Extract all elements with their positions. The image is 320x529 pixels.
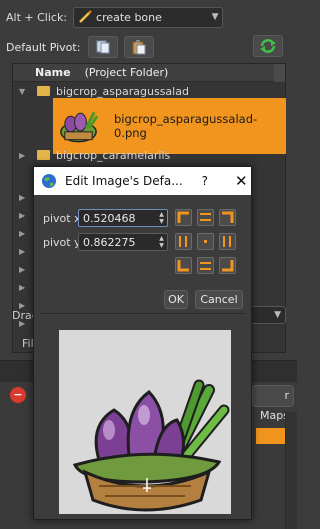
spin-arrows-icon[interactable]: ▲ ▼ xyxy=(156,211,167,225)
column-project-folder[interactable]: (Project Folder) xyxy=(85,66,169,79)
pivot-top-right-button[interactable] xyxy=(219,209,236,226)
maps-button[interactable]: r Maps xyxy=(252,385,294,422)
dialog-titlebar[interactable]: Edit Image's Defa... ? ✕ xyxy=(34,167,251,195)
chevron-down-icon: ▼ xyxy=(274,310,281,320)
folder-row[interactable]: ▶ bigcrop_caramelarils xyxy=(13,146,285,164)
alt-click-dropdown[interactable]: create bone ▼ xyxy=(73,6,224,28)
column-name[interactable]: Name xyxy=(35,66,71,79)
edit-pivot-dialog: Edit Image's Defa... ? ✕ pivot x 0.52046… xyxy=(33,166,252,520)
file-label: Fil xyxy=(22,337,34,350)
pivot-middle-left-button[interactable] xyxy=(175,233,192,250)
alt-click-value: create bone xyxy=(96,10,162,24)
pivot-x-input[interactable]: 0.520468 ▲ ▼ xyxy=(78,209,168,227)
pivot-top-right-icon xyxy=(222,211,234,223)
cancel-button[interactable]: Cancel xyxy=(195,290,243,309)
right-dropdown[interactable]: ▼ xyxy=(246,306,286,324)
pivot-top-center-icon xyxy=(200,213,211,221)
file-thumbnail xyxy=(60,111,99,143)
pivot-x-label: pivot x xyxy=(43,212,81,225)
app-globe-icon xyxy=(42,174,56,188)
dialog-title: Edit Image's Defa... xyxy=(65,174,183,188)
pivot-x-value: 0.520468 xyxy=(83,211,136,225)
ok-button[interactable]: OK xyxy=(164,290,188,309)
folder-icon xyxy=(37,150,50,160)
pivot-bottom-right-button[interactable] xyxy=(219,257,236,274)
asparagus-salad-image xyxy=(72,379,230,512)
refresh-button[interactable] xyxy=(253,35,283,57)
pivot-center-icon xyxy=(204,240,207,243)
remove-icon[interactable]: − xyxy=(10,387,26,403)
pivot-bottom-center-icon xyxy=(200,262,211,270)
pivot-center-button[interactable] xyxy=(197,233,214,250)
paste-pivot-button[interactable] xyxy=(124,36,155,58)
paste-icon xyxy=(132,40,146,55)
pivot-y-label: pivot y xyxy=(43,236,81,249)
pivot-middle-right-icon xyxy=(223,236,231,247)
pivot-top-left-icon xyxy=(177,211,189,223)
pivot-top-center-button[interactable] xyxy=(197,209,214,226)
pivot-top-left-button[interactable] xyxy=(175,209,192,226)
alt-click-row: Alt + Click: create bone ▼ xyxy=(6,6,224,28)
bone-pencil-icon xyxy=(79,10,92,23)
collapse-arrow-icon[interactable]: ▼ xyxy=(19,87,29,96)
folder-icon xyxy=(37,86,50,96)
pivot-y-input[interactable]: 0.862275 ▲ ▼ xyxy=(78,233,168,251)
folder-name: bigcrop_asparagussalad xyxy=(56,84,189,98)
divider xyxy=(40,313,245,314)
tree-header: Name (Project Folder) xyxy=(13,64,285,82)
spin-arrows-icon[interactable]: ▲ ▼ xyxy=(156,235,167,249)
expand-arrow-icon[interactable]: ▶ xyxy=(19,151,29,160)
scrollbar[interactable] xyxy=(274,64,285,82)
default-pivot-label: Default Pivot: xyxy=(6,40,81,54)
pivot-bottom-center-button[interactable] xyxy=(197,257,214,274)
copy-icon xyxy=(96,40,110,54)
image-preview[interactable] xyxy=(59,330,231,514)
refresh-icon xyxy=(260,39,276,53)
lower-scrollbar[interactable] xyxy=(285,412,297,529)
chevron-down-icon: ▼ xyxy=(211,12,219,22)
close-button[interactable]: ✕ xyxy=(235,172,248,190)
pivot-bottom-left-icon xyxy=(177,260,189,272)
help-button[interactable]: ? xyxy=(202,174,208,188)
pivot-bottom-left-button[interactable] xyxy=(175,257,192,274)
default-pivot-row: Default Pivot: xyxy=(6,35,155,59)
pivot-middle-left-icon xyxy=(179,236,187,247)
pivot-bottom-right-icon xyxy=(222,260,234,272)
file-name: bigcrop_asparagussalad-0.png xyxy=(114,112,258,140)
copy-pivot-button[interactable] xyxy=(88,36,119,58)
folder-name: bigcrop_caramelarils xyxy=(56,148,171,162)
pivot-middle-right-button[interactable] xyxy=(219,233,236,250)
pivot-y-value: 0.862275 xyxy=(83,235,136,249)
alt-click-label: Alt + Click: xyxy=(6,10,68,24)
